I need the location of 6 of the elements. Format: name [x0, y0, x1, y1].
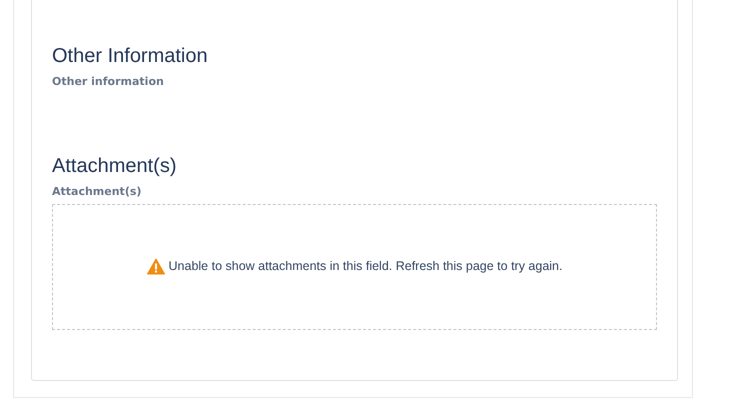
field-label: Attachment(s): [52, 185, 142, 199]
warning-icon: [146, 258, 165, 274]
section-heading: Other Information: [52, 44, 208, 69]
error-message: Unable to show attachments in this field. Refresh this page to try again.: [168, 258, 562, 275]
field-label: Other information: [52, 75, 164, 89]
section-heading: Attachment(s): [52, 154, 176, 179]
